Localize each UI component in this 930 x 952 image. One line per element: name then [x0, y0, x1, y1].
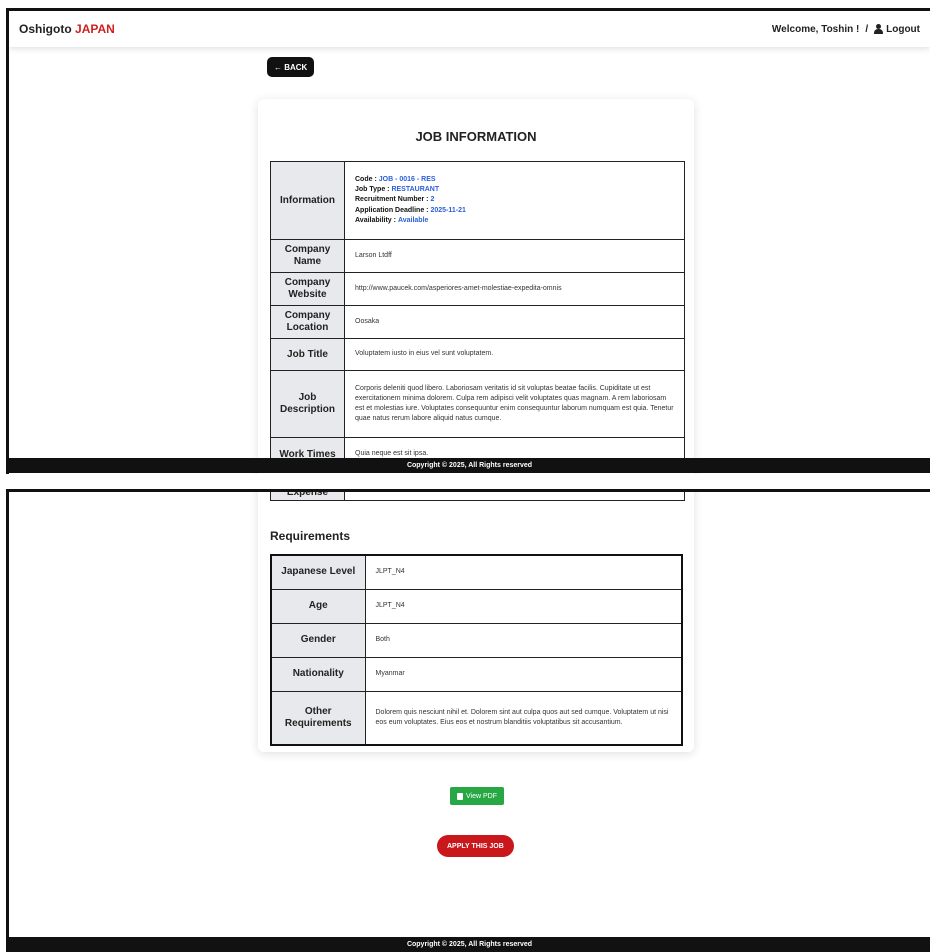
row-label: Company Location: [270, 305, 345, 339]
row-label: Job Title: [270, 338, 345, 371]
brand-accent: JAPAN: [75, 22, 115, 36]
file-icon: [457, 792, 463, 800]
info-details: Code : JOB - 0016 - RES Job Type : RESTA…: [344, 161, 685, 240]
nav-user-area: Welcome, Toshin ! / Logout: [772, 24, 920, 35]
req-value: Dolorem quis nesciunt nihil et. Dolorem …: [364, 690, 683, 746]
req-label: Gender: [270, 622, 366, 658]
req-label: Nationality: [270, 656, 366, 692]
footer: Copyright © 2025, All Rights reserved: [9, 458, 930, 473]
requirements-table: Japanese Level JLPT_N4 Age JLPT_N4 Gende…: [270, 554, 683, 746]
apply-job-button[interactable]: APPLY THIS JOB: [437, 835, 514, 857]
row-label: Job Description: [270, 370, 345, 438]
row-value: Corporis deleniti quod libero. Laboriosa…: [344, 370, 685, 438]
view-pdf-label: View PDF: [466, 792, 497, 800]
req-value: JLPT_N4: [364, 588, 683, 624]
table-row: Other Requirements Dolorem quis nesciunt…: [270, 690, 683, 746]
deadline-value: 2025-11-21: [430, 206, 466, 214]
table-row: Age JLPT_N4: [270, 588, 683, 624]
req-label: Age: [270, 588, 366, 624]
info-label: Information: [270, 161, 345, 240]
code-key: Code :: [355, 176, 377, 184]
table-row: Company Location Oosaka: [270, 305, 685, 339]
req-value: Myanmar: [364, 656, 683, 692]
brand-main: Oshigoto: [19, 22, 72, 36]
job-type-key: Job Type :: [355, 186, 390, 194]
recruit-value: 2: [430, 196, 435, 204]
table-row: Company Name Larson Ltdff: [270, 239, 685, 273]
job-info-title: JOB INFORMATION: [415, 129, 537, 144]
row-label: Company Name: [270, 239, 345, 273]
top-viewport: Oshigoto JAPAN Welcome, Toshin ! / Logou…: [6, 8, 930, 474]
job-info-card-continued: Expense Requirements Japanese Level JLPT…: [258, 492, 694, 752]
footer: Copyright © 2025, All Rights reserved: [9, 937, 930, 952]
user-icon: [874, 24, 884, 34]
brand-logo[interactable]: Oshigoto JAPAN: [19, 22, 115, 36]
row-label: Company Website: [270, 272, 345, 306]
row-value: Oosaka: [344, 305, 685, 339]
req-label: Japanese Level: [270, 554, 366, 590]
req-value: Both: [364, 622, 683, 658]
row-value: Voluptatem iusto in eius vel sunt volupt…: [344, 338, 685, 371]
screenshot-gap: [0, 474, 930, 489]
welcome-text: Welcome, Toshin !: [771, 23, 860, 35]
back-button[interactable]: ← BACK: [267, 57, 315, 77]
job-info-card: JOB INFORMATION Information Code : JOB -…: [258, 99, 694, 474]
bottom-viewport: Expense Requirements Japanese Level JLPT…: [6, 489, 930, 952]
job-type-value: RESTAURANT: [391, 186, 440, 194]
row-value[interactable]: http://www.paucek.com/asperiores-amet-mo…: [344, 272, 685, 306]
req-value: JLPT_N4: [364, 554, 683, 590]
table-row: Information Code : JOB - 0016 - RES Job …: [270, 161, 685, 240]
logout-label: Logout: [886, 23, 920, 35]
table-row: Job Title Voluptatem iusto in eius vel s…: [270, 338, 685, 371]
table-row: Expense: [270, 492, 685, 501]
table-row: Gender Both: [270, 622, 683, 658]
table-row: Nationality Myanmar: [270, 656, 683, 692]
job-info-table-tail: Expense: [270, 492, 685, 501]
requirements-title: Requirements: [270, 529, 351, 543]
row-value: [344, 492, 685, 501]
table-row: Job Description Corporis deleniti quod l…: [270, 370, 685, 438]
view-pdf-button[interactable]: View PDF: [450, 787, 504, 805]
row-label: Expense: [270, 492, 345, 501]
recruit-key: Recruitment Number :: [355, 196, 429, 204]
row-value: Larson Ltdff: [344, 239, 685, 273]
availability-key: Availability :: [355, 216, 396, 224]
availability-value: Available: [397, 216, 429, 224]
code-value: JOB - 0016 - RES: [378, 176, 436, 184]
logout-link[interactable]: Logout: [874, 24, 920, 35]
deadline-key: Application Deadline :: [355, 206, 429, 214]
job-info-table: Information Code : JOB - 0016 - RES Job …: [270, 161, 685, 472]
table-row: Japanese Level JLPT_N4: [270, 554, 683, 590]
navbar: Oshigoto JAPAN Welcome, Toshin ! / Logou…: [9, 11, 930, 47]
nav-separator: /: [865, 23, 869, 35]
req-label: Other Requirements: [270, 690, 366, 746]
table-row: Company Website http://www.paucek.com/as…: [270, 272, 685, 306]
